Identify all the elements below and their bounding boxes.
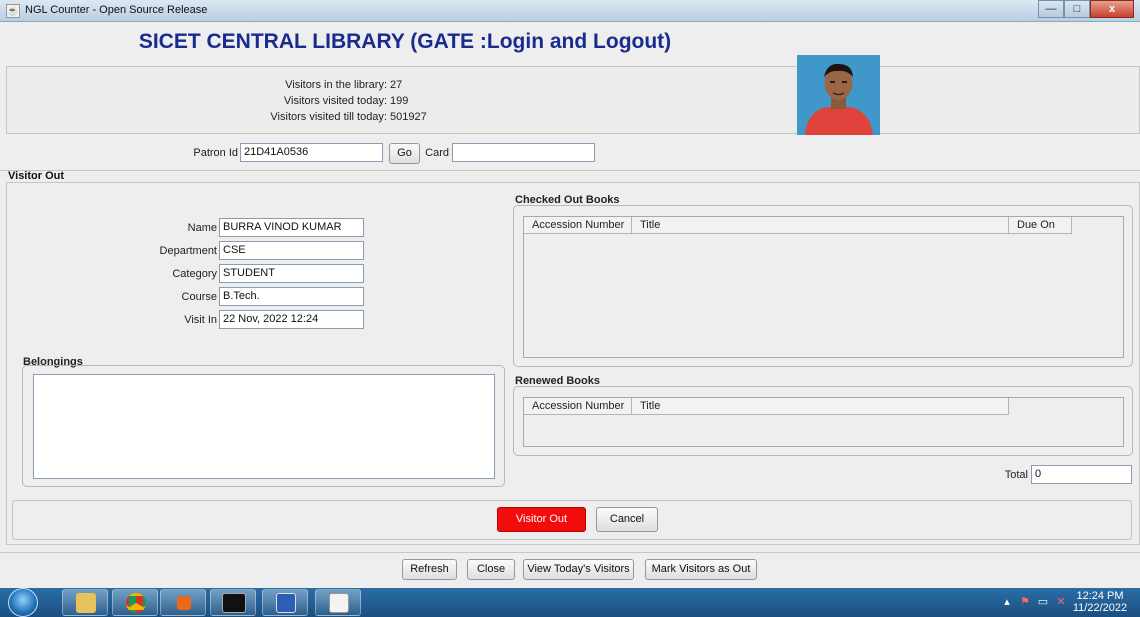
stat-value: 27 (390, 79, 403, 91)
total-field[interactable]: 0 (1031, 465, 1132, 484)
stat-label: Visitors visited till today: (270, 111, 387, 123)
window-controls: — □ x (1038, 0, 1134, 18)
card-label: Card (425, 147, 449, 159)
window-title-bar: ☕ NGL Counter - Open Source Release — □ … (0, 0, 1140, 22)
action-center-icon[interactable]: ⚑ (1018, 596, 1032, 608)
stats-panel: Visitors in the library: 27 Visitors visi… (6, 66, 1140, 134)
belongings-textarea[interactable] (33, 374, 495, 479)
go-button[interactable]: Go (389, 143, 420, 164)
file-explorer-icon (76, 593, 96, 613)
total-label: Total (1004, 469, 1028, 481)
patron-id-label: Patron Id (193, 147, 238, 159)
card-input[interactable] (452, 143, 595, 162)
patron-id-input[interactable]: 21D41A0536 (240, 143, 383, 162)
patron-photo-image (797, 55, 880, 135)
checked-out-books-table[interactable]: Accession Number Title Due On (523, 216, 1124, 358)
close-window-button[interactable]: x (1090, 0, 1134, 18)
column-header-accession-number[interactable]: Accession Number (524, 217, 632, 234)
course-field[interactable]: B.Tech. (219, 287, 364, 306)
visitor-out-section-title: Visitor Out (0, 170, 1140, 182)
chrome-icon (126, 593, 146, 613)
java-icon (329, 593, 349, 613)
renewed-books-table[interactable]: Accession Number Title (523, 397, 1124, 447)
stat-value: 199 (390, 95, 409, 107)
taskbar-word[interactable] (262, 589, 308, 616)
start-button[interactable] (8, 588, 38, 617)
taskbar-file-explorer[interactable] (62, 589, 108, 616)
taskbar-media-player[interactable] (160, 589, 206, 616)
cancel-button[interactable]: Cancel (596, 507, 658, 532)
department-label: Department (159, 245, 217, 257)
name-field[interactable]: BURRA VINOD KUMAR (219, 218, 364, 237)
category-label: Category (172, 268, 217, 280)
maximize-button[interactable]: □ (1064, 0, 1090, 18)
taskbar-java[interactable] (315, 589, 361, 616)
patron-photo (797, 55, 880, 135)
window-title: NGL Counter - Open Source Release (25, 4, 208, 16)
department-field[interactable]: CSE (219, 241, 364, 260)
view-todays-visitors-button[interactable]: View Today's Visitors (523, 559, 634, 580)
column-header-title[interactable]: Title (632, 217, 1009, 234)
stat-label: Visitors in the library: (285, 79, 387, 91)
java-app-icon: ☕ (6, 4, 20, 18)
clock-time: 12:24 PM (1076, 590, 1124, 602)
category-field[interactable]: STUDENT (219, 264, 364, 283)
stat-visitors-today: Visitors visited today: 199 (7, 95, 473, 107)
media-player-icon (177, 596, 191, 610)
windows-taskbar: ▴ ⚑ ▭ ✕ 12:24 PM 11/22/2022 (0, 588, 1140, 617)
stat-label: Visitors visited today: (283, 95, 387, 107)
minimize-button[interactable]: — (1038, 0, 1064, 18)
visit-in-label: Visit In (184, 314, 217, 326)
mark-visitors-out-button[interactable]: Mark Visitors as Out (645, 559, 757, 580)
taskbar-chrome[interactable] (112, 589, 158, 616)
taskbar-command-prompt[interactable] (210, 589, 256, 616)
stat-visitors-in-library: Visitors in the library: 27 (7, 79, 473, 91)
word-icon (276, 593, 296, 613)
volume-muted-icon[interactable]: ✕ (1054, 596, 1068, 608)
command-prompt-icon (222, 593, 246, 613)
show-hidden-icons-icon[interactable]: ▴ (1000, 596, 1014, 608)
refresh-button[interactable]: Refresh (402, 559, 457, 580)
column-header-accession-number[interactable]: Accession Number (524, 398, 632, 415)
visitor-out-button[interactable]: Visitor Out (497, 507, 586, 532)
close-button[interactable]: Close (467, 559, 515, 580)
stat-value: 501927 (390, 111, 427, 123)
name-label: Name (187, 222, 217, 234)
network-icon[interactable]: ▭ (1036, 596, 1050, 608)
page-title: SICET CENTRAL LIBRARY (GATE :Login and L… (138, 30, 672, 53)
tray-clock[interactable]: 12:24 PM 11/22/2022 (1070, 590, 1130, 614)
column-header-title[interactable]: Title (632, 398, 1009, 415)
column-header-due-on[interactable]: Due On (1009, 217, 1072, 234)
clock-date: 11/22/2022 (1072, 602, 1128, 614)
visit-in-field[interactable]: 22 Nov, 2022 12:24 (219, 310, 364, 329)
course-label: Course (181, 291, 217, 303)
stat-visitors-total: Visitors visited till today: 501927 (7, 111, 473, 123)
